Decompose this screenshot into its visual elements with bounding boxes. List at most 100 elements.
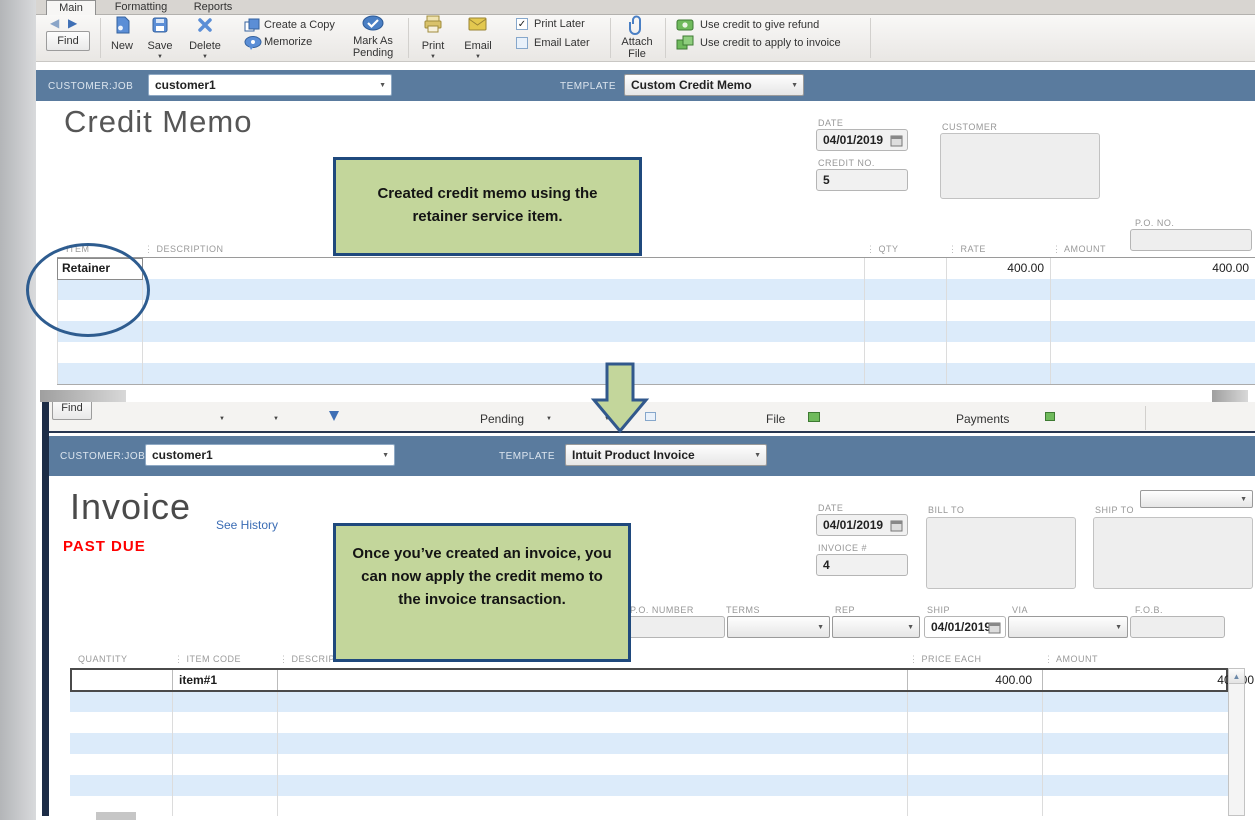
table-row[interactable] <box>70 712 1228 733</box>
date-field[interactable]: 04/01/2019 <box>816 514 908 536</box>
table-row[interactable] <box>70 733 1228 754</box>
email-later-label[interactable]: Email Later <box>534 37 590 49</box>
memorize-button[interactable]: Memorize <box>264 36 312 48</box>
dropdown-caret[interactable]: ▼ <box>273 416 279 422</box>
via-dropdown[interactable]: ▼ <box>1008 616 1128 638</box>
table-row[interactable] <box>57 279 1255 300</box>
see-history-link[interactable]: See History <box>216 518 278 532</box>
separator <box>610 18 611 58</box>
column-divider <box>907 691 908 816</box>
po-no-field[interactable] <box>1130 229 1252 251</box>
tab-main[interactable]: Main <box>46 0 96 15</box>
invoice-no-field[interactable]: 4 <box>816 554 908 576</box>
email-button[interactable]: Email <box>464 40 492 52</box>
invoice-row-selected[interactable]: item#1 400.00 400.00 <box>70 668 1228 692</box>
column-divider <box>907 670 908 690</box>
table-row[interactable] <box>57 300 1255 321</box>
customer-address-box[interactable] <box>940 133 1100 199</box>
column-divider <box>1050 258 1051 384</box>
template-dropdown[interactable]: Intuit Product Invoice ▼ <box>565 444 767 466</box>
table-row[interactable] <box>57 258 1255 279</box>
credit-no-label: CREDIT NO. <box>818 158 875 168</box>
save-button[interactable]: Save <box>147 40 172 52</box>
delete-icon <box>196 16 214 34</box>
table-row[interactable] <box>70 754 1228 775</box>
separator <box>870 18 871 58</box>
chevron-down-icon: ▼ <box>382 452 389 459</box>
scroll-up-button[interactable]: ▲ <box>1229 669 1244 684</box>
delete-button[interactable]: Delete <box>189 40 221 52</box>
create-copy-button[interactable]: Create a Copy <box>264 19 335 31</box>
terms-label: TERMS <box>726 605 760 615</box>
customer-job-dropdown[interactable]: customer1 ▼ <box>148 74 392 96</box>
tab-reports[interactable]: Reports <box>184 0 242 15</box>
rep-dropdown[interactable]: ▼ <box>832 616 920 638</box>
bill-to-box[interactable] <box>926 517 1076 589</box>
delete-dropdown-caret[interactable]: ▼ <box>202 54 208 60</box>
table-row[interactable] <box>70 796 1228 817</box>
ship-to-box[interactable] <box>1093 517 1253 589</box>
po-no-label: P.O. NO. <box>1135 218 1174 228</box>
terms-dropdown[interactable]: ▼ <box>727 616 830 638</box>
table-row[interactable] <box>70 775 1228 796</box>
print-dropdown-caret[interactable]: ▼ <box>430 54 436 60</box>
receive-payments-label-clipped[interactable]: Payments <box>956 412 1009 426</box>
mark-as-pending-label-clipped[interactable]: Pending <box>480 412 524 426</box>
attach-file-button[interactable]: Attach <box>621 36 652 48</box>
calendar-icon[interactable] <box>890 134 903 147</box>
price-each-cell-value[interactable]: 400.00 <box>932 673 1032 687</box>
print-later-label[interactable]: Print Later <box>534 18 585 30</box>
print-button[interactable]: Print <box>422 40 445 52</box>
attach-file-label-clipped[interactable]: File <box>766 412 785 426</box>
calendar-icon[interactable] <box>988 621 1001 634</box>
print-later-checkbox[interactable]: ✓ <box>516 18 528 30</box>
customer-job-label: CUSTOMER:JOB <box>48 81 133 92</box>
ship-label: SHIP <box>927 605 950 615</box>
credit-memo-title: Credit Memo <box>64 104 252 140</box>
ship-date-field[interactable]: 04/01/2019 <box>924 616 1006 638</box>
table-row[interactable] <box>57 321 1255 342</box>
save-dropdown-caret[interactable]: ▼ <box>157 54 163 60</box>
separator <box>408 18 409 58</box>
customer-job-dropdown[interactable]: customer1 ▼ <box>145 444 395 466</box>
find-button[interactable]: Find <box>46 31 90 51</box>
table-row[interactable] <box>70 691 1228 712</box>
back-arrow-icon[interactable]: ◀ <box>50 16 59 30</box>
refund-icon[interactable] <box>1045 412 1055 421</box>
col-header-amount: AMOUNT <box>1052 244 1106 255</box>
mark-as-pending-button[interactable]: Mark As <box>353 35 393 47</box>
mark-as-pending-button-line2[interactable]: Pending <box>353 47 393 59</box>
ship-to-dropdown[interactable]: ▼ <box>1140 490 1253 508</box>
template-label: TEMPLATE <box>560 81 616 92</box>
credit-memo-header-band: CUSTOMER:JOB customer1 ▼ TEMPLATE Custom… <box>36 70 1255 101</box>
item-code-cell-value[interactable]: item#1 <box>179 673 217 687</box>
new-button[interactable]: New <box>111 40 133 52</box>
invoice-header-band: CUSTOMER:JOB customer1 ▼ TEMPLATE Intuit… <box>49 436 1255 476</box>
ribbon-tabbar: Main Formatting Reports <box>36 0 1255 15</box>
use-credit-refund-button[interactable]: Use credit to give refund <box>700 19 819 31</box>
forward-arrow-icon[interactable]: ▶ <box>68 16 77 30</box>
callout-credit-memo: Created credit memo using the retainer s… <box>333 157 642 256</box>
calendar-icon[interactable] <box>890 519 903 532</box>
invoice-no-label: INVOICE # <box>818 543 867 553</box>
credit-no-field[interactable]: 5 <box>816 169 908 191</box>
chevron-down-icon: ▼ <box>1240 496 1247 503</box>
tab-formatting[interactable]: Formatting <box>104 0 178 15</box>
email-later-checkbox[interactable] <box>516 37 528 49</box>
email-dropdown-caret[interactable]: ▼ <box>475 54 481 60</box>
template-dropdown[interactable]: Custom Credit Memo ▼ <box>624 74 804 96</box>
amount-cell-value[interactable]: 400.00 <box>1149 261 1249 275</box>
dropdown-caret[interactable]: ▼ <box>219 416 225 422</box>
memorize-icon <box>244 35 262 51</box>
chevron-down-icon: ▼ <box>791 82 798 89</box>
po-number-field[interactable] <box>628 616 725 638</box>
date-field[interactable]: 04/01/2019 <box>816 129 908 151</box>
find-button[interactable]: Find <box>52 402 92 420</box>
attach-file-button-line2[interactable]: File <box>628 48 646 60</box>
fob-field[interactable] <box>1130 616 1225 638</box>
apply-credits-icon[interactable] <box>808 412 820 422</box>
vertical-scrollbar[interactable]: ▲ <box>1228 668 1245 816</box>
use-credit-apply-button[interactable]: Use credit to apply to invoice <box>700 37 841 49</box>
rate-cell-value[interactable]: 400.00 <box>944 261 1044 275</box>
dropdown-caret[interactable]: ▼ <box>546 416 552 422</box>
